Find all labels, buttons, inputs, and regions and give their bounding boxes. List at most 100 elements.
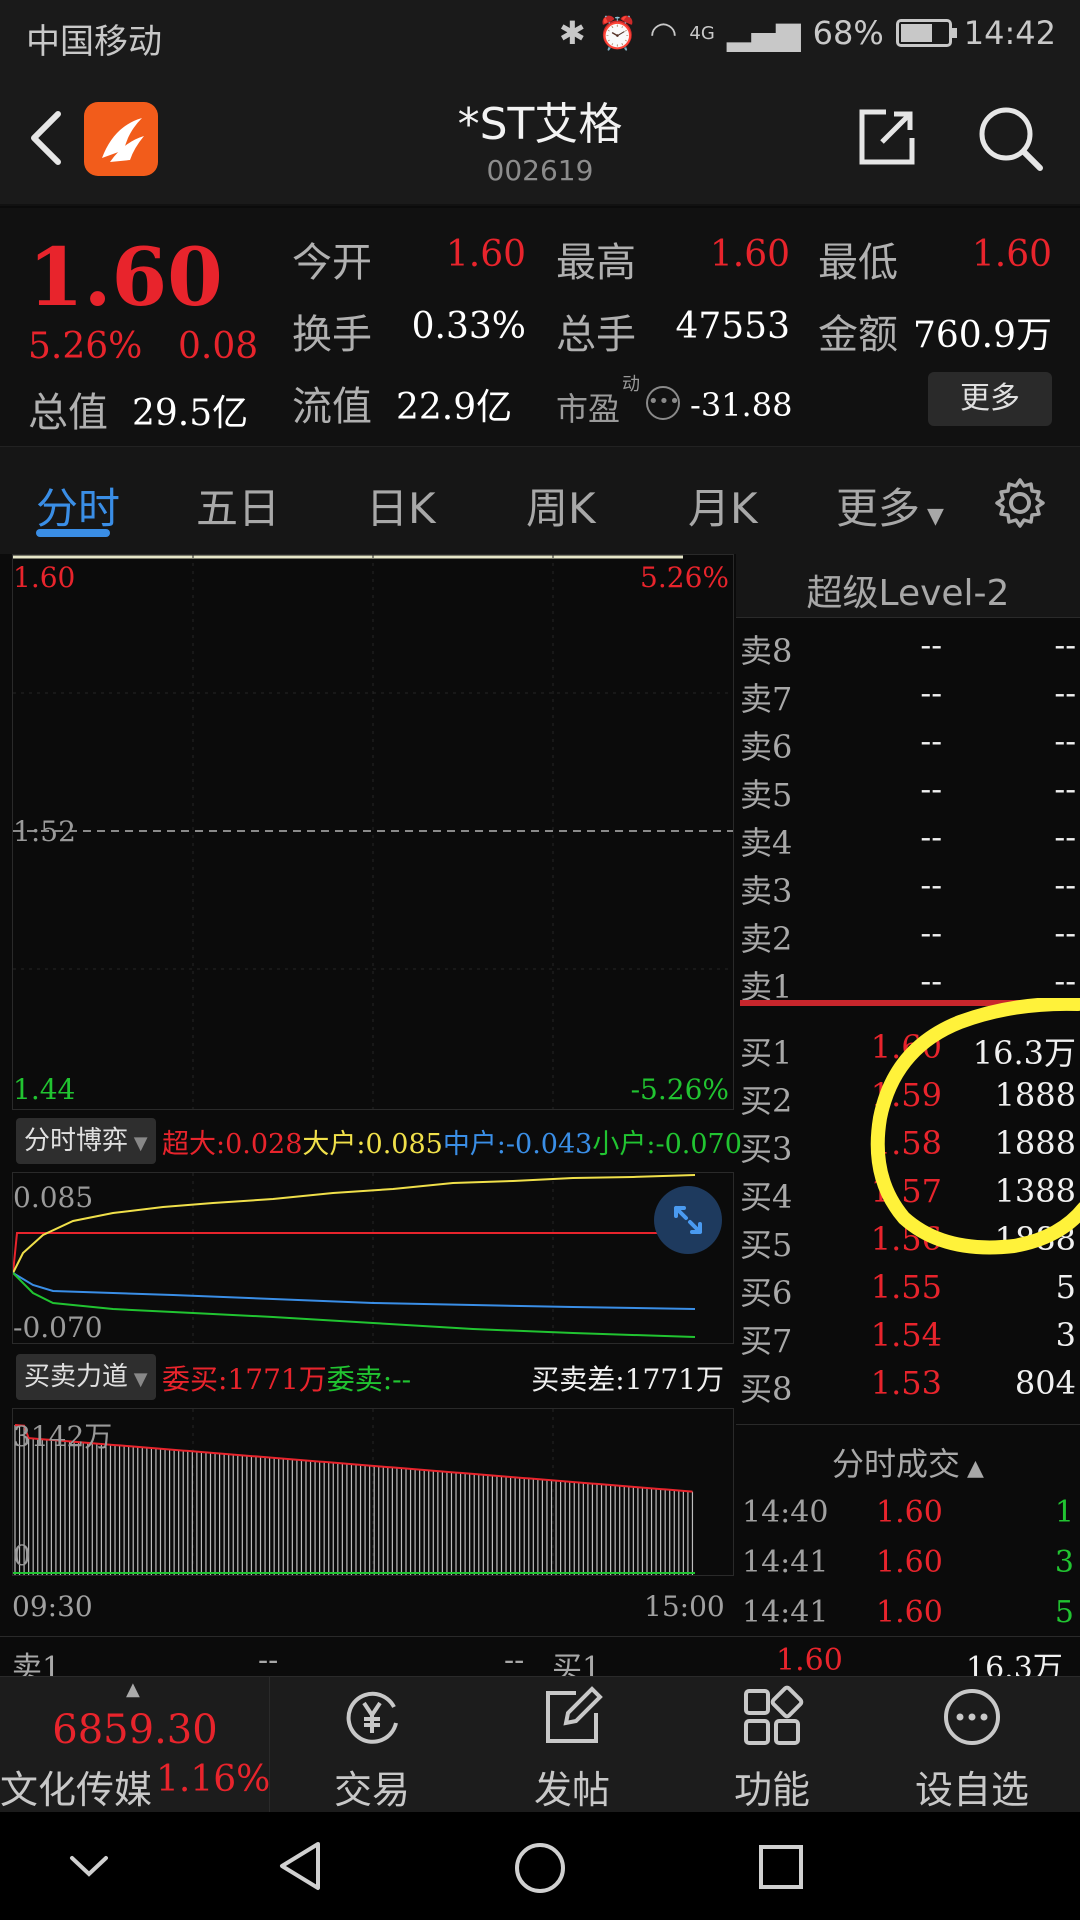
high-value: 1.60 [709,234,790,275]
sell-label: 委卖: [326,1363,393,1396]
intraday-grid [13,555,733,1109]
back-triangle-icon[interactable] [274,1838,326,1894]
status-icons: ✱ ⏰ ◠ 4G ▂▄▆ 68% 14:42 [559,14,1056,52]
wifi-icon: ◠ [649,14,678,52]
order-book[interactable]: 超级Level-2 卖8 -- -- 卖7 -- -- 卖6 -- -- 卖5 -- -- 卖4 -- --… [736,554,1080,1422]
trade-volume: 3 [1054,1545,1074,1580]
ask-row-6[interactable]: 卖3 -- -- [740,866,1076,914]
share-button[interactable] [856,106,918,168]
strip-ask-price: -- [258,1643,279,1676]
index-ticker[interactable]: ▲ 6859.30 文化传媒 1.16% [0,1677,270,1813]
nav-functions[interactable]: 功能 [672,1677,872,1813]
tab-weekly-k[interactable]: 周K [526,475,596,536]
intraday-chart[interactable]: 1.60 1:52 1.44 5.26% -5.26% [12,554,734,1110]
price-axis-mid: 1:52 [13,815,76,848]
total-value: 29.5亿 [132,393,249,434]
level-label: 买5 [740,1226,793,1264]
force-axis-bottom: 0 [13,1539,31,1572]
ask-row-1[interactable]: 卖8 -- -- [740,626,1076,674]
chart-settings-button[interactable] [994,477,1046,529]
tab-more[interactable]: 更多 ▼ [836,475,944,536]
force-volume-chart[interactable]: 3142万 0 [12,1408,734,1576]
ask-row-2[interactable]: 卖7 -- -- [740,674,1076,722]
super-value: 0.028 [225,1129,303,1160]
tab-five-day[interactable]: 五日 [196,475,280,536]
more-dots-icon[interactable]: ••• [646,386,680,420]
tab-more-label: 更多 [836,484,921,533]
trade-volume: 5 [1054,1595,1074,1630]
bid-row-6[interactable]: 买6 1.55 5 [740,1268,1076,1316]
bid-row-8[interactable]: 买8 1.53 804 [740,1364,1076,1412]
level-price: -- [920,722,942,760]
strip-bid-vol: 16.3万 [966,1651,1063,1676]
app-header: *ST艾格 002619 [0,76,1080,206]
low-value: 1.60 [971,234,1052,275]
search-button[interactable] [976,104,1046,174]
level-price: 1.55 [870,1268,942,1306]
game-lines [13,1173,696,1343]
ask-row-4[interactable]: 卖5 -- -- [740,770,1076,818]
level-label: 买4 [740,1178,793,1216]
level-label: 买3 [740,1130,793,1168]
level-volume: -- [1054,962,1076,1000]
ask-row-7[interactable]: 卖2 -- -- [740,914,1076,962]
pe-label: 市盈 [556,390,621,428]
quote-panel: 1.60 5.26% 0.08 总值 29.5亿 今开 1.60 最高 1.60… [0,208,1080,446]
bluetooth-icon: ✱ [558,14,586,52]
battery-fill [900,24,932,42]
mid-value: -0.043 [505,1129,593,1160]
tick-trades[interactable]: 分时成交 ▲ 14:40 1.60 1 14:41 1.60 3 14:41 1.60 5 [736,1424,1080,1634]
tick-trades-label: 分时成交 [832,1445,961,1483]
bid-row-7[interactable]: 买7 1.54 3 [740,1316,1076,1364]
trade-time: 14:40 [742,1495,829,1530]
tab-daily-k[interactable]: 日K [366,475,436,536]
level-price: 1.54 [870,1316,942,1354]
small-value: -0.070 [655,1129,742,1160]
game-indicator-bar: 分时博弈 ▼ 超大:0.028大户:0.085中户:-0.043小户:-0.07… [10,1112,742,1170]
nav-post[interactable]: 发帖 [472,1677,672,1813]
index-percent: 1.16% [156,1759,271,1800]
level-volume: -- [1054,818,1076,856]
pct-axis-top: 5.26% [640,561,729,594]
float-value: 22.9亿 [396,387,513,428]
game-legend: 超大:0.028大户:0.085中户:-0.043小户:-0.070 [162,1122,742,1161]
level-volume: -- [1054,722,1076,760]
level-price: -- [920,866,942,904]
time-axis-end: 15:00 [644,1590,725,1623]
tab-monthly-k[interactable]: 月K [688,475,758,536]
open-label: 今开 [292,240,372,286]
level-label: 买1 [740,1034,793,1072]
bottom-nav: ▲ 6859.30 文化传媒 1.16% 交易 发帖 功能 设自选 [0,1676,1080,1813]
high-label: 最高 [556,240,636,286]
order-book-title: 超级Level-2 [806,573,1010,614]
edit-icon [546,1686,603,1743]
more-quote-button[interactable]: 更多 [928,372,1052,426]
strip-ask-label: 卖1 [12,1651,62,1676]
tick-trades-title[interactable]: 分时成交 ▲ [736,1439,1080,1485]
ask-row-5[interactable]: 卖4 -- -- [740,818,1076,866]
game-chart[interactable]: 0.085 -0.070 [12,1172,734,1344]
tab-intraday[interactable]: 分时 [36,475,120,536]
level-price: -- [920,626,942,664]
level-label: 卖8 [740,632,793,670]
ask-row-3[interactable]: 卖6 -- -- [740,722,1076,770]
recents-square-icon[interactable] [756,1842,806,1892]
alarm-icon: ⏰ [597,14,638,52]
super-label: 超大: [162,1129,226,1160]
chevron-down-icon[interactable] [66,1848,112,1884]
grid-icon [744,1685,804,1745]
game-indicator-select[interactable]: 分时博弈 ▼ [16,1118,156,1164]
gear-icon [995,478,1045,528]
expand-chart-button[interactable] [654,1186,722,1254]
level-price: -- [920,818,942,856]
level-volume: -- [1054,770,1076,808]
home-circle-icon[interactable] [512,1840,568,1896]
level-label: 买2 [740,1082,793,1120]
level-volume: -- [1054,626,1076,664]
nav-add-watchlist[interactable]: 设自选 [872,1677,1072,1813]
small-label: 小户: [592,1129,656,1160]
volume-label: 总手 [556,312,636,358]
nav-trade[interactable]: 交易 [272,1677,472,1813]
strip-bid-price: 1.60 [776,1643,843,1676]
force-indicator-select[interactable]: 买卖力道 ▼ [16,1354,156,1400]
